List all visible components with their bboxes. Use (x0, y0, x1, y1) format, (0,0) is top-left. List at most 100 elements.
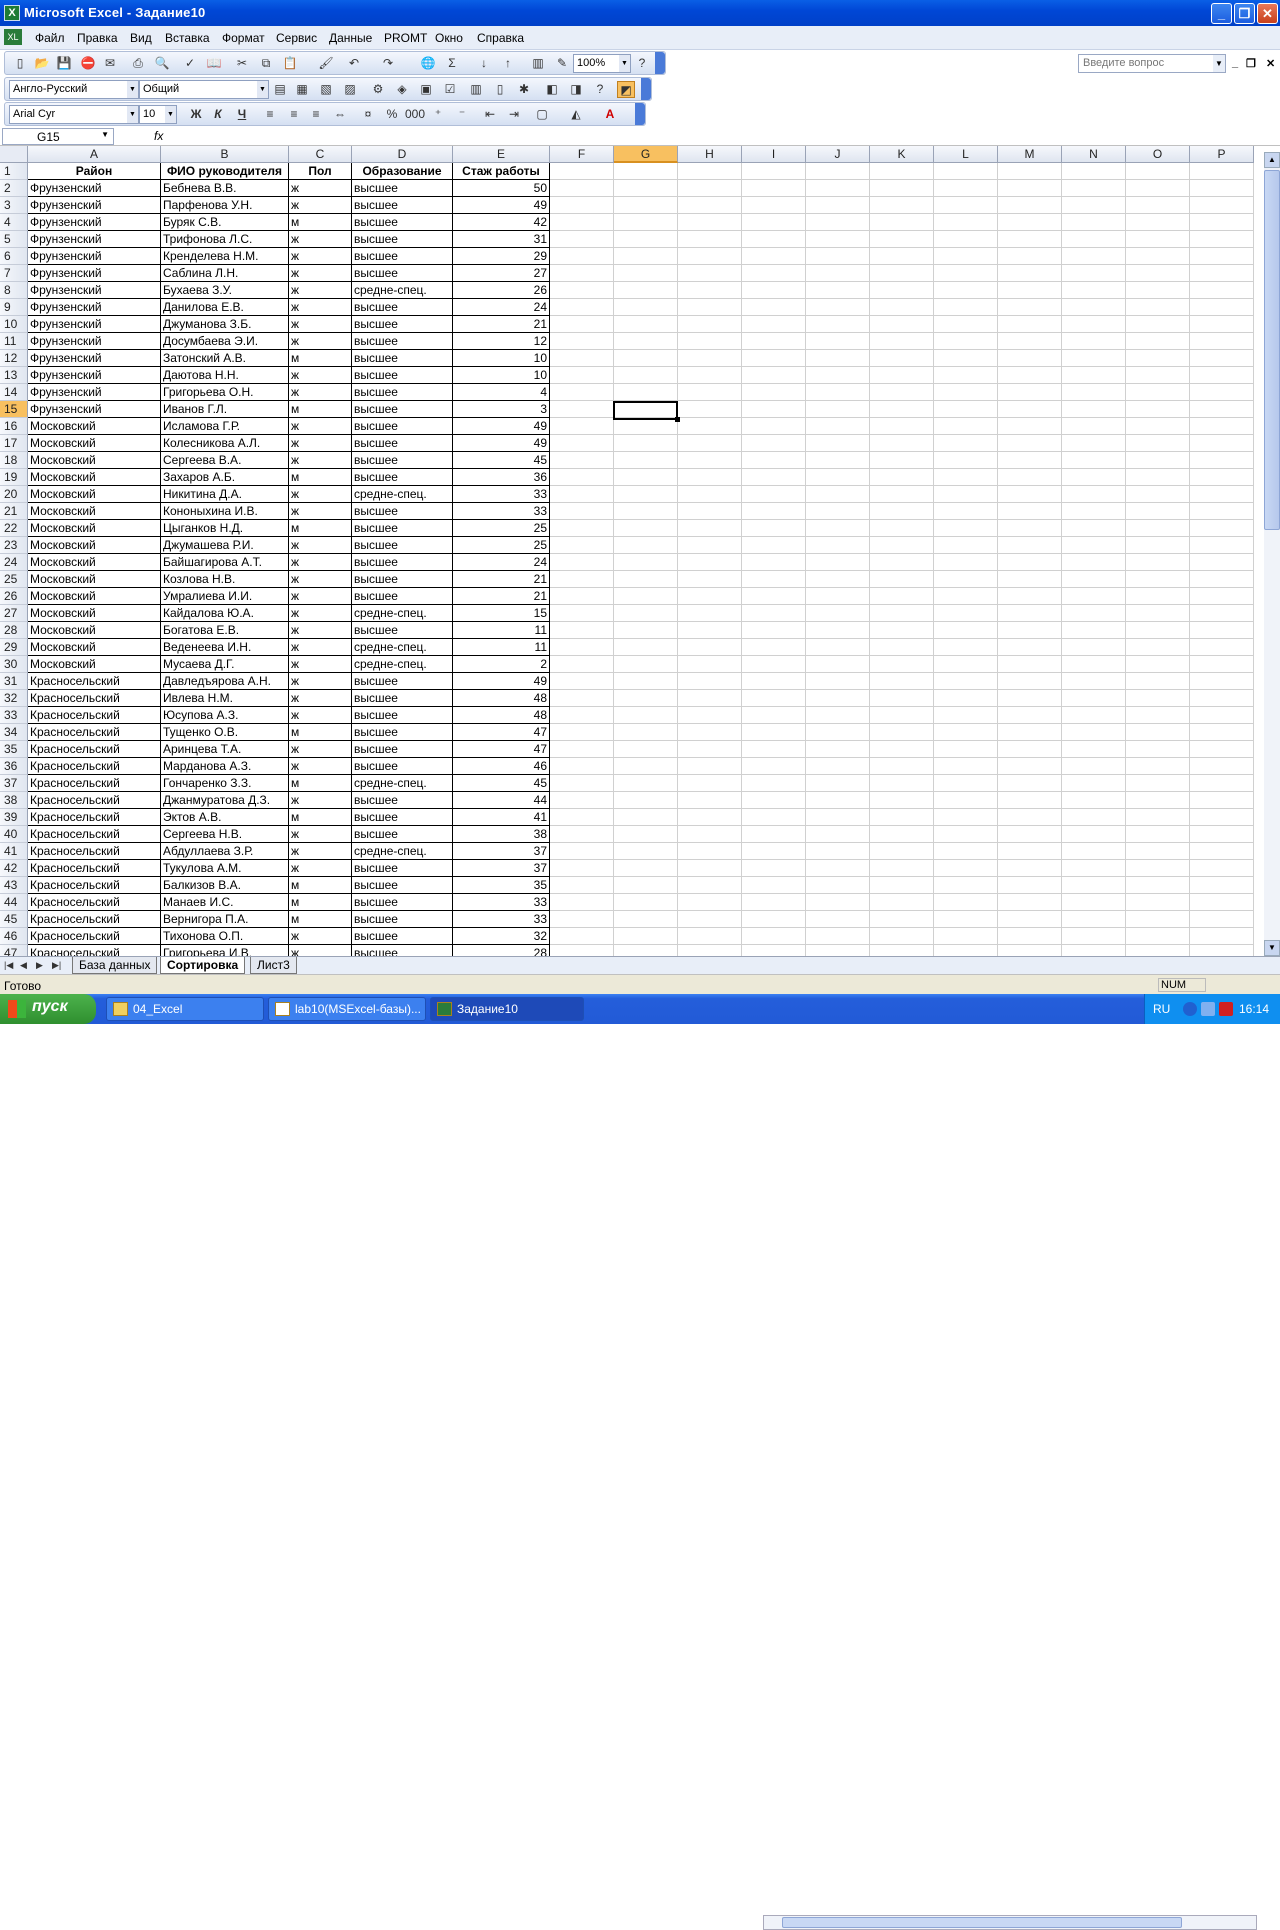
data-cell[interactable]: 33 (453, 911, 550, 928)
data-cell[interactable]: 12 (453, 333, 550, 350)
empty-cell[interactable] (1126, 894, 1190, 911)
column-title-cell[interactable]: Стаж работы (453, 163, 550, 180)
data-cell[interactable]: Московский (28, 656, 161, 673)
data-cell[interactable]: м (289, 214, 352, 231)
empty-cell[interactable] (1190, 197, 1254, 214)
empty-cell[interactable] (678, 503, 742, 520)
data-cell[interactable]: высшее (352, 197, 453, 214)
empty-cell[interactable] (742, 894, 806, 911)
data-cell[interactable]: Джанмуратова Д.З. (161, 792, 289, 809)
data-cell[interactable]: Эктов А.В. (161, 809, 289, 826)
empty-cell[interactable] (742, 469, 806, 486)
empty-cell[interactable] (742, 911, 806, 928)
bold-icon[interactable]: Ж (187, 106, 205, 123)
empty-cell[interactable] (550, 350, 614, 367)
empty-cell[interactable] (998, 911, 1062, 928)
empty-cell[interactable] (870, 503, 934, 520)
data-cell[interactable]: Буряк С.В. (161, 214, 289, 231)
format-painter-icon[interactable]: 🖌 (317, 55, 335, 72)
data-cell[interactable]: Фрунзенский (28, 197, 161, 214)
data-cell[interactable]: Сергеева В.А. (161, 452, 289, 469)
empty-cell[interactable] (998, 401, 1062, 418)
empty-cell[interactable] (934, 214, 998, 231)
data-cell[interactable]: высшее (352, 928, 453, 945)
row-header[interactable]: 8 (0, 282, 28, 299)
horizontal-scrollbar[interactable] (763, 1915, 1257, 1930)
empty-cell[interactable] (678, 316, 742, 333)
empty-cell[interactable] (742, 384, 806, 401)
empty-cell[interactable] (678, 231, 742, 248)
empty-cell[interactable] (1190, 333, 1254, 350)
empty-cell[interactable] (934, 690, 998, 707)
empty-cell[interactable] (550, 452, 614, 469)
decrease-decimal-icon[interactable]: ⁻ (453, 106, 471, 123)
underline-icon[interactable]: Ч (233, 106, 251, 123)
data-cell[interactable]: 49 (453, 418, 550, 435)
row-header[interactable]: 46 (0, 928, 28, 945)
print-icon[interactable]: ⎙ (129, 55, 147, 72)
data-cell[interactable]: ж (289, 231, 352, 248)
data-cell[interactable]: 44 (453, 792, 550, 809)
empty-cell[interactable] (1190, 758, 1254, 775)
data-cell[interactable]: высшее (352, 265, 453, 282)
data-cell[interactable]: Красносельский (28, 928, 161, 945)
empty-cell[interactable] (870, 180, 934, 197)
empty-cell[interactable] (998, 469, 1062, 486)
data-cell[interactable]: высшее (352, 299, 453, 316)
data-cell[interactable]: 21 (453, 571, 550, 588)
empty-cell[interactable] (870, 554, 934, 571)
empty-cell[interactable] (1126, 673, 1190, 690)
empty-cell[interactable] (998, 605, 1062, 622)
empty-cell[interactable] (550, 741, 614, 758)
row-header[interactable]: 14 (0, 384, 28, 401)
empty-cell[interactable] (870, 469, 934, 486)
data-cell[interactable]: м (289, 775, 352, 792)
row-header[interactable]: 28 (0, 622, 28, 639)
select-all-button[interactable] (0, 146, 28, 163)
empty-cell[interactable] (678, 163, 742, 180)
empty-cell[interactable] (1190, 690, 1254, 707)
empty-cell[interactable] (1190, 486, 1254, 503)
data-cell[interactable]: 10 (453, 367, 550, 384)
data-cell[interactable]: 32 (453, 928, 550, 945)
empty-cell[interactable] (806, 180, 870, 197)
sort-ascending-icon[interactable]: ↓ (475, 55, 493, 72)
data-cell[interactable]: Московский (28, 435, 161, 452)
empty-cell[interactable] (934, 316, 998, 333)
empty-cell[interactable] (550, 469, 614, 486)
new-icon[interactable]: ▯ (11, 55, 29, 72)
data-cell[interactable]: Веденеева И.Н. (161, 639, 289, 656)
empty-cell[interactable] (806, 248, 870, 265)
empty-cell[interactable] (742, 333, 806, 350)
data-cell[interactable]: Григорьева О.Н. (161, 384, 289, 401)
data-cell[interactable]: средне-спец. (352, 605, 453, 622)
empty-cell[interactable] (806, 214, 870, 231)
empty-cell[interactable] (870, 928, 934, 945)
number-format-select[interactable]: Общий ▼ (139, 80, 269, 99)
data-cell[interactable]: Фрунзенский (28, 265, 161, 282)
data-cell[interactable]: высшее (352, 860, 453, 877)
empty-cell[interactable] (870, 435, 934, 452)
chevron-down-icon[interactable]: ▼ (165, 106, 176, 123)
data-cell[interactable]: 28 (453, 945, 550, 956)
empty-cell[interactable] (934, 299, 998, 316)
data-cell[interactable]: Байшагирова А.Т. (161, 554, 289, 571)
empty-cell[interactable] (870, 265, 934, 282)
data-cell[interactable]: Кононыхина И.В. (161, 503, 289, 520)
empty-cell[interactable] (1062, 333, 1126, 350)
data-cell[interactable]: 33 (453, 486, 550, 503)
empty-cell[interactable] (742, 656, 806, 673)
row-header[interactable]: 44 (0, 894, 28, 911)
data-cell[interactable]: Досумбаева Э.И. (161, 333, 289, 350)
print-preview-icon[interactable]: 🔍 (153, 55, 171, 72)
name-box[interactable]: G15 ▼ (2, 128, 114, 145)
empty-cell[interactable] (678, 622, 742, 639)
empty-cell[interactable] (870, 843, 934, 860)
empty-cell[interactable] (1062, 350, 1126, 367)
chevron-down-icon[interactable]: ▼ (1213, 55, 1225, 72)
data-cell[interactable]: 49 (453, 197, 550, 214)
empty-cell[interactable] (1062, 503, 1126, 520)
empty-cell[interactable] (1126, 180, 1190, 197)
row-header[interactable]: 39 (0, 809, 28, 826)
language-indicator[interactable]: RU (1153, 1002, 1170, 1016)
